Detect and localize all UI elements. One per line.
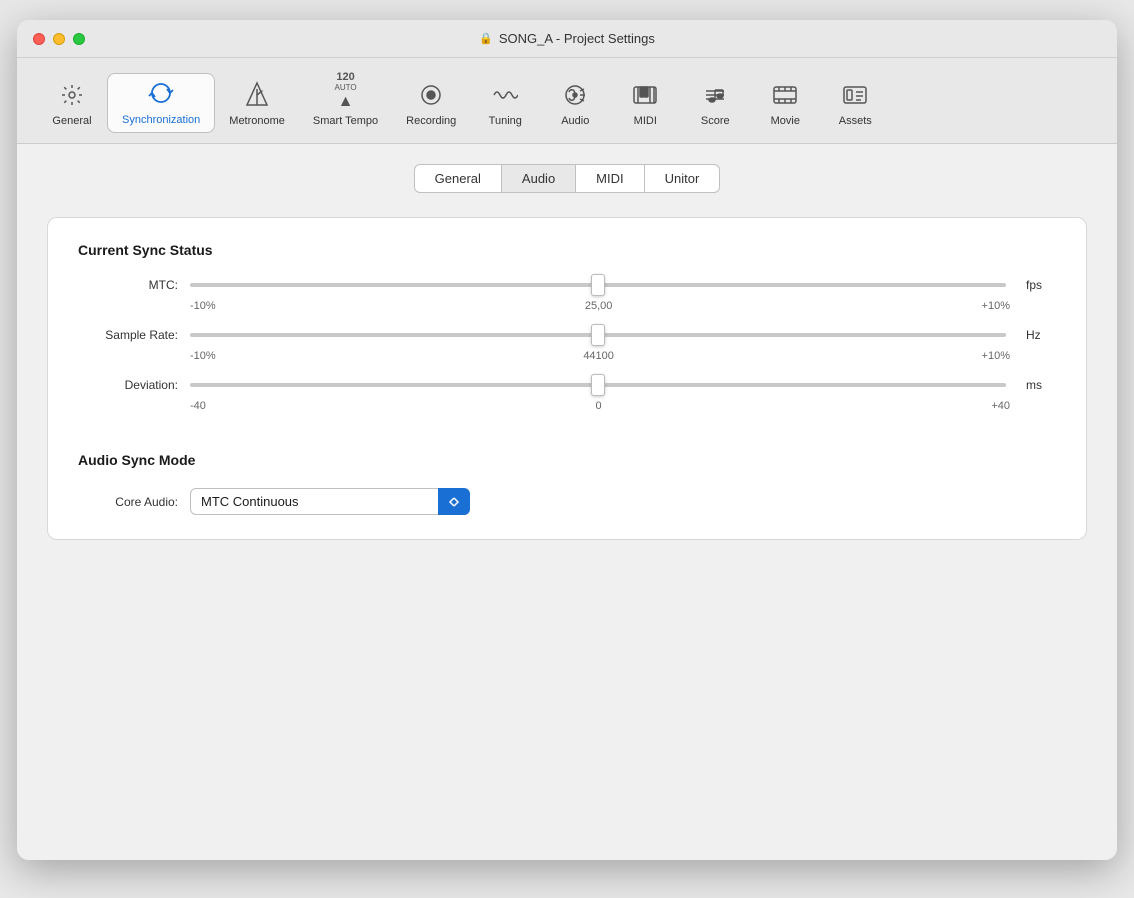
mtc-slider-container [190, 283, 1006, 287]
core-audio-row: Core Audio: MTC Continuous MTC Once Free… [78, 488, 1056, 515]
window-title: 🔒 SONG_A - Project Settings [479, 31, 655, 46]
sub-tab-midi[interactable]: MIDI [576, 164, 644, 193]
toolbar-item-recording[interactable]: Recording [392, 77, 470, 133]
audio-sync-section: Audio Sync Mode Core Audio: MTC Continuo… [78, 452, 1056, 515]
mtc-unit: fps [1026, 278, 1056, 292]
traffic-lights [33, 33, 85, 45]
mtc-label: MTC: [78, 278, 178, 292]
toolbar-item-smart-tempo[interactable]: 120 AUTO ▲ Smart Tempo [299, 66, 392, 133]
content-area: General Audio MIDI Unitor Current Sync S… [17, 144, 1117, 860]
midi-label: MIDI [634, 115, 657, 127]
movie-icon [772, 83, 798, 111]
audio-sync-title: Audio Sync Mode [78, 452, 1056, 468]
metronome-label: Metronome [229, 115, 285, 127]
tuning-icon [492, 83, 518, 111]
synchronization-icon [148, 80, 174, 110]
sub-tab-general[interactable]: General [414, 164, 502, 193]
general-label: General [52, 115, 91, 127]
deviation-label: Deviation: [78, 378, 178, 392]
deviation-track-wrap [190, 383, 1006, 387]
toolbar-item-synchronization[interactable]: Synchronization [107, 73, 215, 133]
deviation-min-label: -40 [190, 400, 206, 412]
sync-status-title: Current Sync Status [78, 242, 1056, 258]
toolbar-item-metronome[interactable]: Metronome [215, 75, 299, 133]
maximize-button[interactable] [73, 33, 85, 45]
audio-icon [562, 83, 588, 111]
mtc-section: MTC: fps -10% 25,00 +10% [78, 278, 1056, 312]
sample-rate-min-label: -10% [190, 350, 216, 362]
synchronization-label: Synchronization [122, 114, 200, 126]
score-icon [702, 83, 728, 111]
toolbar-item-assets[interactable]: Assets [820, 77, 890, 133]
deviation-max-label: +40 [991, 400, 1010, 412]
score-label: Score [701, 115, 730, 127]
core-audio-select-wrapper: MTC Continuous MTC Once Free Running MID… [190, 488, 470, 515]
audio-label: Audio [561, 115, 589, 127]
sample-rate-slider-container [190, 333, 1006, 337]
sample-rate-section: Sample Rate: Hz -10% 44100 +10% [78, 328, 1056, 362]
main-window: 🔒 SONG_A - Project Settings General [17, 20, 1117, 860]
sample-rate-unit: Hz [1026, 328, 1056, 342]
sample-rate-slider[interactable] [190, 333, 1006, 337]
toolbar-item-tuning[interactable]: Tuning [470, 77, 540, 133]
mtc-slider[interactable] [190, 283, 1006, 287]
sample-rate-track-wrap [190, 333, 1006, 337]
sub-tab-unitor[interactable]: Unitor [645, 164, 721, 193]
sample-rate-label: Sample Rate: [78, 328, 178, 342]
mtc-max-label: +10% [982, 300, 1010, 312]
sample-rate-max-label: +10% [982, 350, 1010, 362]
toolbar-item-score[interactable]: Score [680, 77, 750, 133]
deviation-unit: ms [1026, 378, 1056, 392]
recording-icon [419, 83, 443, 111]
deviation-section: Deviation: ms -40 0 +40 [78, 378, 1056, 412]
movie-label: Movie [771, 115, 800, 127]
minimize-button[interactable] [53, 33, 65, 45]
title-bar: 🔒 SONG_A - Project Settings [17, 20, 1117, 58]
sync-status-grid: MTC: fps -10% 25,00 +10% [78, 278, 1056, 428]
assets-label: Assets [839, 115, 872, 127]
smart-tempo-label: Smart Tempo [313, 115, 378, 127]
smart-tempo-icon: 120 AUTO ▲ [334, 72, 356, 111]
metronome-icon [245, 81, 269, 111]
toolbar-item-movie[interactable]: Movie [750, 77, 820, 133]
close-button[interactable] [33, 33, 45, 45]
sample-rate-center-label: 44100 [583, 350, 614, 362]
lock-icon: 🔒 [479, 32, 493, 45]
midi-icon [632, 83, 658, 111]
core-audio-select[interactable]: MTC Continuous MTC Once Free Running MID… [190, 488, 470, 515]
toolbar-item-audio[interactable]: Audio [540, 77, 610, 133]
settings-panel: Current Sync Status MTC: fps -1 [47, 217, 1087, 540]
sub-tab-audio[interactable]: Audio [502, 164, 576, 193]
mtc-track-wrap [190, 283, 1006, 287]
mtc-row: MTC: fps [78, 278, 1056, 292]
assets-icon [842, 83, 868, 111]
tuning-label: Tuning [489, 115, 522, 127]
general-icon [60, 83, 84, 111]
sample-rate-row: Sample Rate: Hz [78, 328, 1056, 342]
recording-label: Recording [406, 115, 456, 127]
deviation-slider-container [190, 383, 1006, 387]
deviation-center-label: 0 [596, 400, 602, 412]
toolbar-item-general[interactable]: General [37, 77, 107, 133]
deviation-row: Deviation: ms [78, 378, 1056, 392]
core-audio-label: Core Audio: [78, 495, 178, 509]
sub-tabs: General Audio MIDI Unitor [47, 164, 1087, 193]
toolbar: General Synchronization [17, 58, 1117, 144]
mtc-min-label: -10% [190, 300, 216, 312]
mtc-center-label: 25,00 [585, 300, 613, 312]
deviation-slider[interactable] [190, 383, 1006, 387]
toolbar-item-midi[interactable]: MIDI [610, 77, 680, 133]
